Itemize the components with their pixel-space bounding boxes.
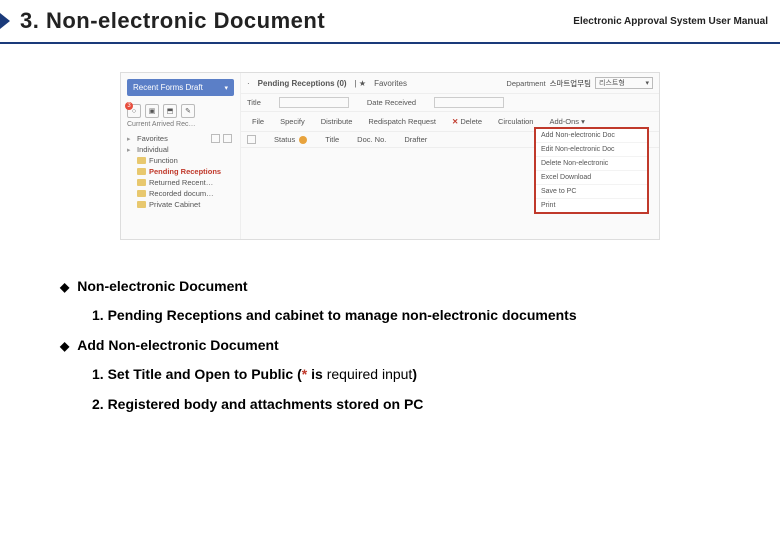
col-docno: Doc. No. — [357, 135, 386, 144]
addons-item[interactable]: Add Non-electronic Doc — [536, 129, 647, 143]
toolbar-file[interactable]: File — [247, 115, 269, 128]
filter-title-label: Title — [247, 98, 261, 107]
tree-returned[interactable]: Returned Recent… — [127, 177, 234, 188]
col-status: Status — [274, 135, 307, 144]
addons-item[interactable]: Edit Non-electronic Doc — [536, 143, 647, 157]
page-header: 3. Non-electronic Document Electronic Ap… — [0, 0, 780, 44]
section-heading: Non-electronic Document — [60, 272, 720, 301]
dept-label: Department — [506, 79, 545, 88]
embedded-screenshot: Recent Forms Draft 3○ ▣ ⬒ ✎ Current Arri… — [120, 72, 660, 240]
tree-recorded[interactable]: Recorded docum… — [127, 188, 234, 199]
body-line: 1. Set Title and Open to Public (* is re… — [60, 360, 720, 389]
addons-item[interactable]: Save to PC — [536, 185, 647, 199]
select-all-checkbox[interactable] — [247, 135, 256, 144]
page-title: 3. Non-electronic Document — [20, 8, 325, 34]
sidebar: Recent Forms Draft 3○ ▣ ⬒ ✎ Current Arri… — [121, 73, 241, 239]
body-line: 1. Pending Receptions and cabinet to man… — [60, 301, 720, 330]
icon-tile[interactable]: ✎ — [181, 104, 195, 118]
tree-individual[interactable]: ▸Individual — [127, 144, 234, 155]
addons-menu: Add Non-electronic Doc Edit Non-electron… — [534, 127, 649, 214]
doc-title: Electronic Approval System User Manual — [573, 16, 768, 27]
tree-favorites[interactable]: ▸Favorites — [127, 133, 234, 144]
pending-heading: Pending Receptions (0) — [258, 79, 347, 88]
section-heading: Add Non-electronic Document — [60, 331, 720, 360]
tree-private-cabinet[interactable]: Private Cabinet — [127, 199, 234, 210]
toolbar-delete[interactable]: ✕ Delete — [447, 115, 487, 128]
date-input[interactable] — [434, 97, 504, 108]
icon-tile[interactable]: ▣ — [145, 104, 159, 118]
grid-icon[interactable] — [211, 134, 220, 143]
favorites-link[interactable]: Favorites — [374, 79, 407, 88]
toolbar-circulation[interactable]: Circulation — [493, 115, 538, 128]
title-input[interactable] — [279, 97, 349, 108]
recent-forms-button[interactable]: Recent Forms Draft — [127, 79, 234, 96]
dept-value: 스마트업무팀 — [550, 78, 591, 89]
col-title: Title — [325, 135, 339, 144]
icon-tile[interactable]: 3○ — [127, 104, 141, 118]
addons-item[interactable]: Delete Non-electronic — [536, 157, 647, 171]
toolbar-redispatch[interactable]: Redispatch Request — [363, 115, 441, 128]
arrived-label: Current Arrived Rec… — [121, 120, 240, 129]
addons-item[interactable]: Print — [536, 199, 647, 212]
body-line: 2. Registered body and attachments store… — [60, 390, 720, 419]
main-panel: ·Pending Receptions (0) | ★Favorites Dep… — [241, 73, 659, 239]
icon-tile[interactable]: ⬒ — [163, 104, 177, 118]
grid-icon[interactable] — [223, 134, 232, 143]
addons-item[interactable]: Excel Download — [536, 171, 647, 185]
view-dropdown[interactable]: 리스트형▾ — [595, 77, 653, 89]
tree-pending-receptions[interactable]: Pending Receptions — [127, 166, 234, 177]
body-content: Non-electronic Document 1. Pending Recep… — [0, 240, 780, 419]
tree-function[interactable]: Function — [127, 155, 234, 166]
filter-date-label: Date Received — [367, 98, 416, 107]
toolbar-distribute[interactable]: Distribute — [316, 115, 358, 128]
col-drafter: Drafter — [404, 135, 427, 144]
toolbar-specify[interactable]: Specify — [275, 115, 310, 128]
